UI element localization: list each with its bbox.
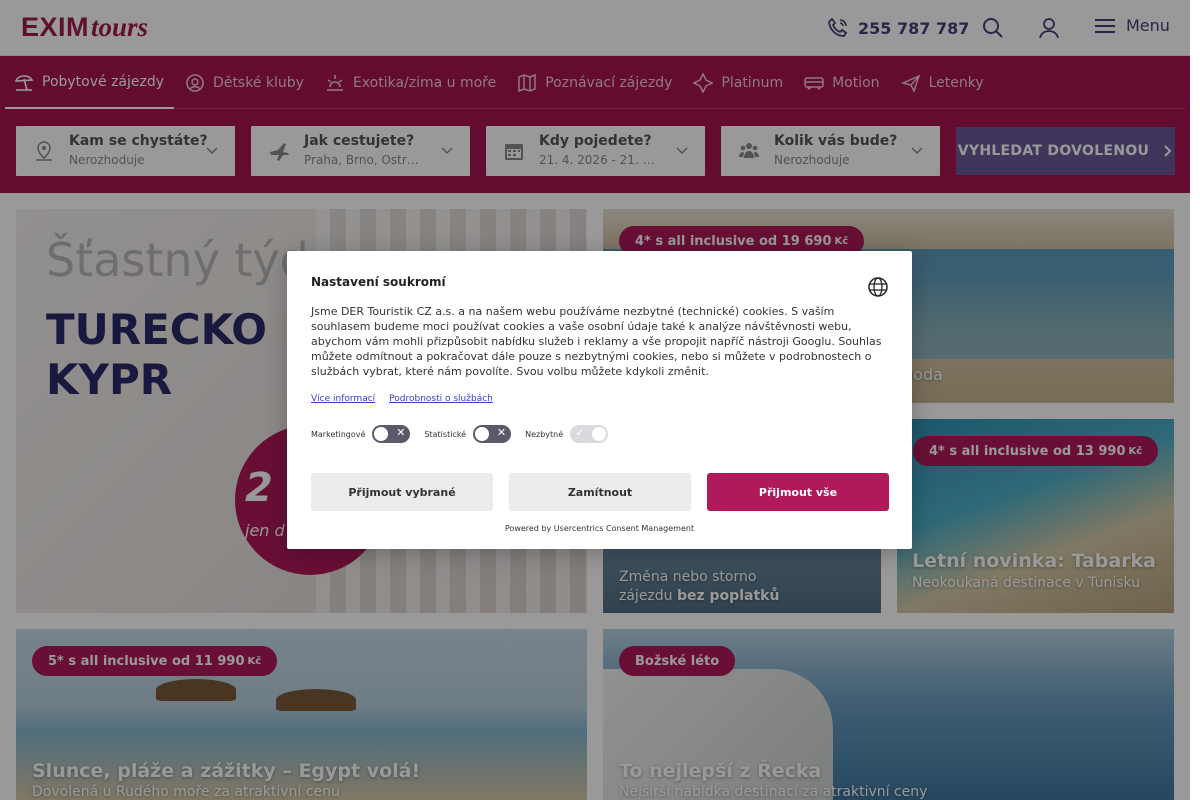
powered-by-text: Powered by Usercentrics Consent Manageme…	[504, 524, 695, 533]
reject-button[interactable]: Zamítnout	[509, 473, 691, 511]
necessary-toggle: ✓	[570, 425, 609, 443]
dialog-body-text: Jsme DER Touristik CZ a.s. a na našem we…	[311, 305, 882, 378]
x-icon: ✕	[496, 426, 507, 439]
check-icon: ✓	[575, 426, 585, 439]
necessary-toggle-label: Nezbytné	[525, 429, 564, 439]
x-icon: ✕	[396, 426, 406, 439]
marketing-toggle-label: Marketingové	[311, 429, 366, 439]
toggle-knob	[374, 427, 389, 441]
accept-selected-button[interactable]: Přijmout vybrané	[311, 473, 493, 511]
statistics-toggle[interactable]: ✕	[473, 425, 512, 443]
statistics-toggle-label: Statistické	[424, 429, 467, 439]
privacy-consent-dialog: Nastavení soukromí Jsme DER Touristik CZ…	[287, 251, 912, 549]
marketing-toggle[interactable]: ✕	[372, 425, 411, 443]
necessary-toggle-group: Nezbytné ✓	[525, 425, 609, 443]
dialog-title: Nastavení soukromí	[311, 275, 446, 289]
dialog-links: Více informací Podrobnosti o službách	[311, 394, 493, 404]
language-globe-icon[interactable]	[867, 276, 889, 298]
consent-toggles: Marketingové ✕ Statistické ✕ Nezbytné ✓	[311, 425, 622, 443]
statistics-toggle-group: Statistické ✕	[424, 425, 512, 443]
accept-all-button[interactable]: Přijmout vše	[707, 473, 889, 511]
toggle-knob	[592, 427, 607, 441]
marketing-toggle-group: Marketingové ✕	[311, 425, 411, 443]
service-details-link[interactable]: Podrobnosti o službách	[389, 394, 493, 404]
toggle-knob	[475, 427, 490, 441]
more-info-link[interactable]: Více informací	[311, 394, 375, 404]
